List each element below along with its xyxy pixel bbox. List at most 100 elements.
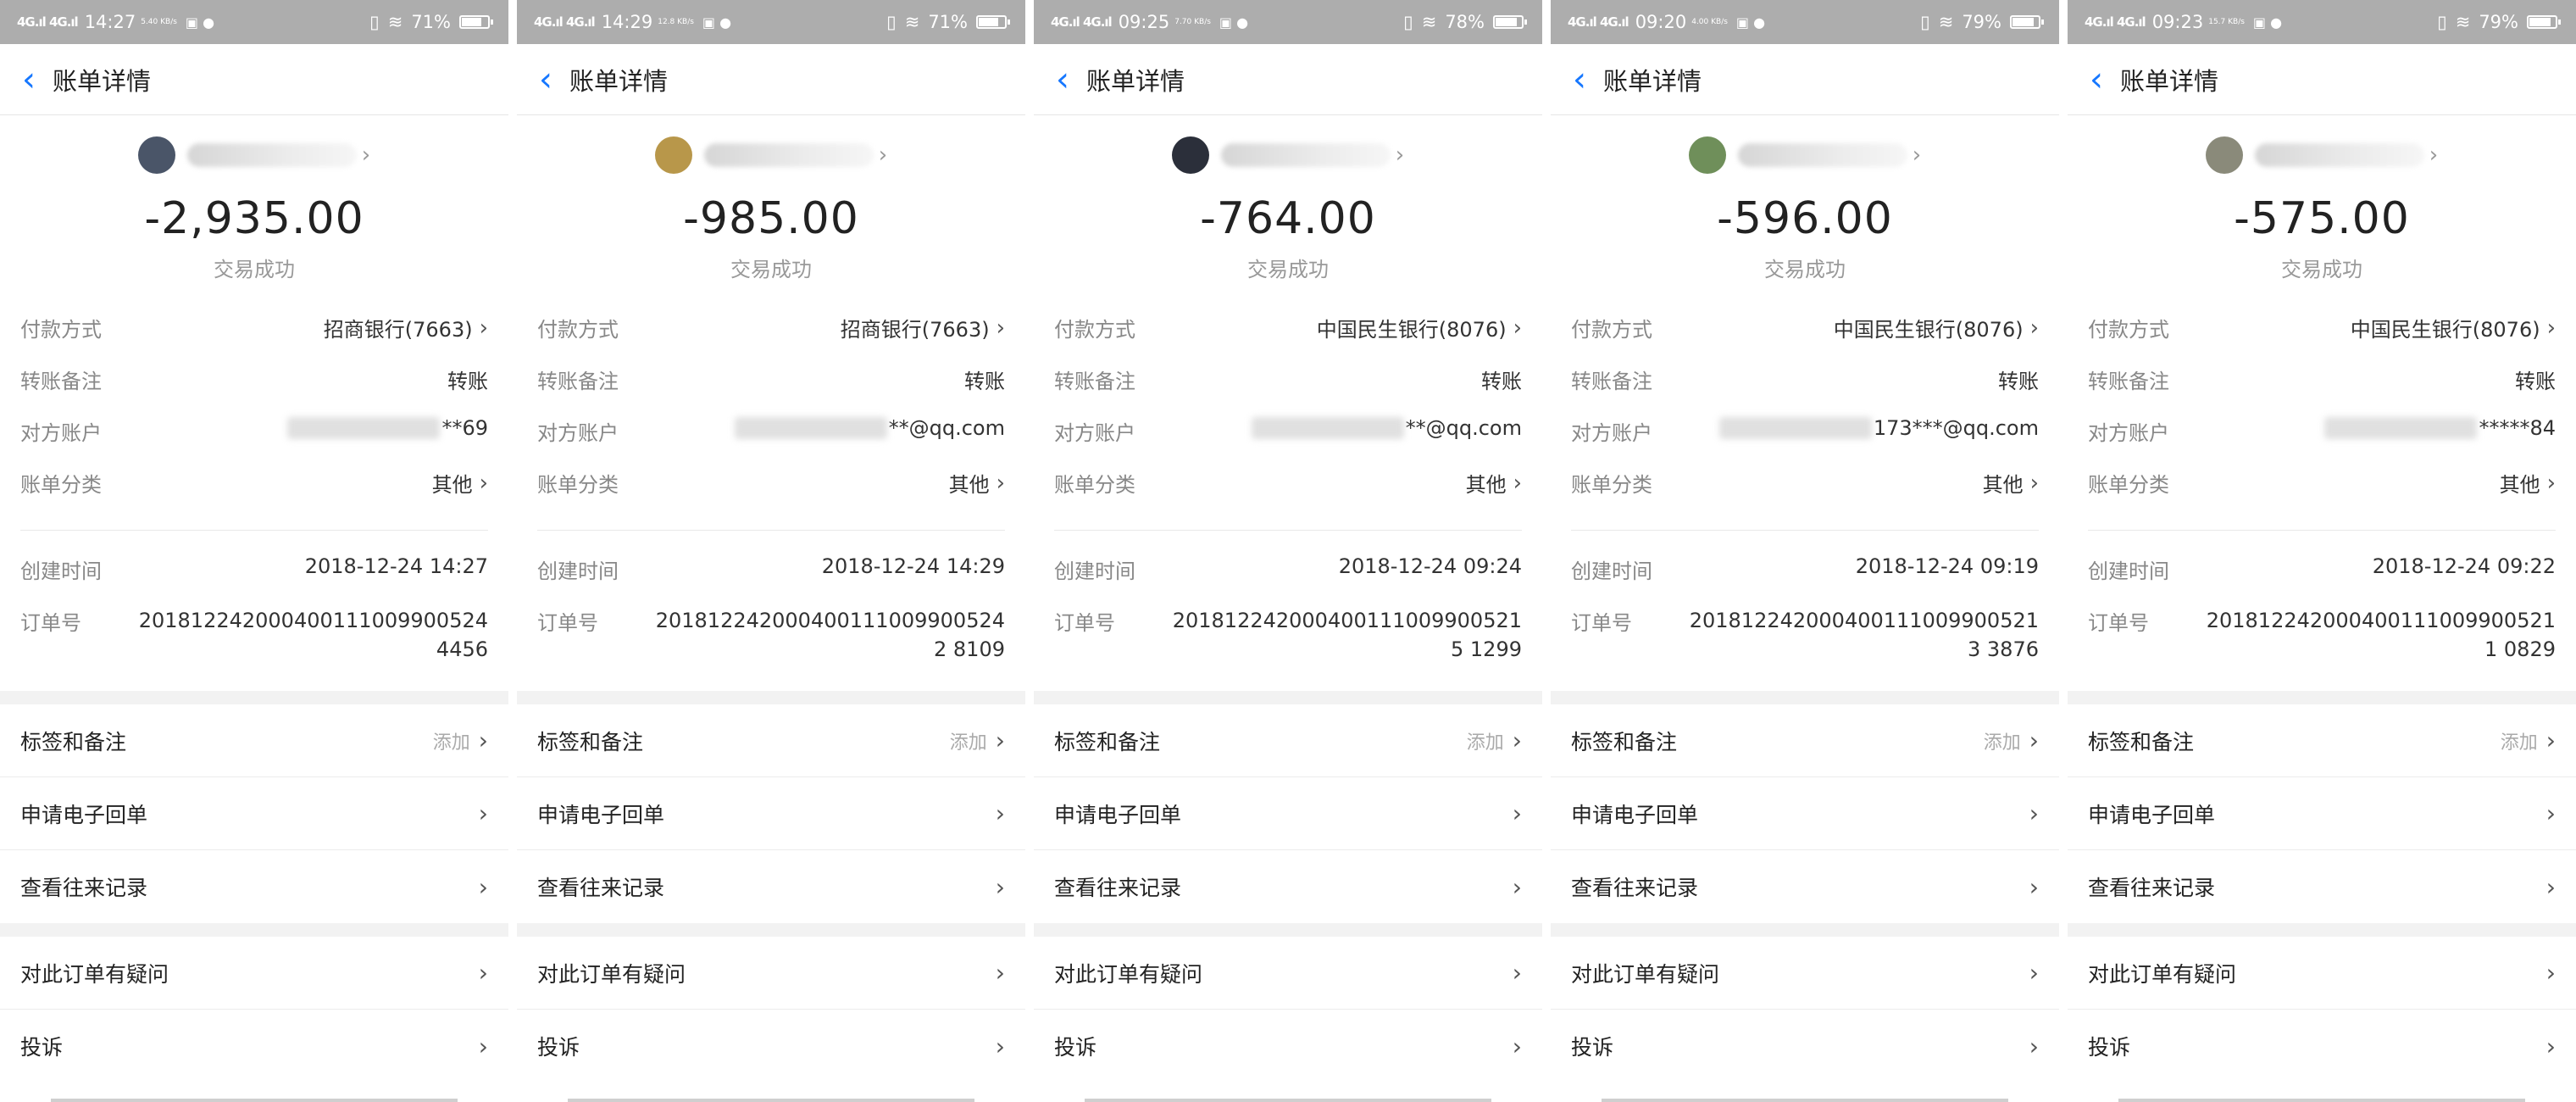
- transfer-note-row: 转账备注 转账: [2088, 365, 2556, 416]
- chevron-left-icon[interactable]: ‹: [1056, 63, 1069, 97]
- request-receipt-item[interactable]: 申请电子回单 ›: [1551, 777, 2059, 850]
- notification-icon: ▣ ●: [185, 14, 215, 31]
- payee-link[interactable]: ›: [0, 136, 508, 175]
- transfer-note-row: 转账备注 转账: [537, 365, 1005, 416]
- chevron-right-icon: ›: [1512, 1032, 1522, 1060]
- request-receipt-label: 申请电子回单: [20, 802, 148, 827]
- payment-method-row[interactable]: 付款方式 招商银行(7663) ›: [20, 313, 488, 365]
- tags-notes-item[interactable]: 标签和备注 添加 ›: [1034, 704, 1542, 777]
- transaction-status: 交易成功: [1764, 258, 1846, 281]
- counterparty-account-row: 对方账户 173***@qq.com: [1571, 416, 2039, 468]
- vibrate-icon: ▯: [369, 12, 380, 32]
- counterparty-account-label: 对方账户: [20, 421, 102, 445]
- bill-category-label: 账单分类: [1571, 473, 1652, 497]
- chevron-left-icon[interactable]: ‹: [539, 63, 552, 97]
- order-question-item[interactable]: 对此订单有疑问 ›: [2068, 937, 2576, 1010]
- bill-category-label: 账单分类: [1054, 473, 1135, 497]
- tags-notes-item[interactable]: 标签和备注 添加 ›: [517, 704, 1025, 777]
- divider: [1571, 530, 2039, 531]
- order-number-value: 2018122420004001110099005213 3876: [1689, 609, 2039, 661]
- order-number-row: 订单号 2018122420004001110099005242 8109: [537, 606, 1005, 691]
- bill-category-row[interactable]: 账单分类 其他 ›: [537, 468, 1005, 520]
- payment-method-value: 中国民生银行(8076): [1316, 318, 1507, 342]
- support-list: 对此订单有疑问 › 投诉 ›: [1034, 937, 1542, 1083]
- view-history-label: 查看往来记录: [20, 876, 148, 900]
- view-history-item[interactable]: 查看往来记录 ›: [1034, 850, 1542, 923]
- battery-icon: [976, 15, 1010, 29]
- bill-category-row[interactable]: 账单分类 其他 ›: [2088, 468, 2556, 520]
- tags-notes-item[interactable]: 标签和备注 添加 ›: [1551, 704, 2059, 777]
- action-list: 标签和备注 添加 › 申请电子回单 › 查看往来记录 ›: [1034, 704, 1542, 923]
- complaint-item[interactable]: 投诉 ›: [2068, 1010, 2576, 1083]
- status-bar: 4G.ıl 4G.ıl 09:20 4.00 KB/s ▣ ● ▯ ≋ 79%: [1551, 0, 2059, 44]
- screenshot-collage: 4G.ıl 4G.ıl 14:27 5.40 KB/s ▣ ● ▯ ≋ 71% …: [0, 0, 2576, 1102]
- action-list: 标签和备注 添加 › 申请电子回单 › 查看往来记录 ›: [517, 704, 1025, 923]
- chevron-right-icon: ›: [2029, 726, 2039, 754]
- tags-notes-item[interactable]: 标签和备注 添加 ›: [2068, 704, 2576, 777]
- order-question-item[interactable]: 对此订单有疑问 ›: [1034, 937, 1542, 1010]
- status-right: ▯ ≋ 71%: [886, 12, 1010, 32]
- complaint-item[interactable]: 投诉 ›: [517, 1010, 1025, 1083]
- complaint-item[interactable]: 投诉 ›: [1034, 1010, 1542, 1083]
- order-question-item[interactable]: 对此订单有疑问 ›: [0, 937, 508, 1010]
- bill-category-row[interactable]: 账单分类 其他 ›: [1571, 468, 2039, 520]
- request-receipt-item[interactable]: 申请电子回单 ›: [1034, 777, 1542, 850]
- counterparty-account-value: **@qq.com: [1405, 416, 1522, 440]
- order-question-item[interactable]: 对此订单有疑问 ›: [1551, 937, 2059, 1010]
- request-receipt-label: 申请电子回单: [537, 802, 665, 827]
- bill-category-row[interactable]: 账单分类 其他 ›: [1054, 468, 1522, 520]
- complaint-label: 投诉: [20, 1035, 64, 1060]
- transfer-note-value: 转账: [1481, 370, 1522, 393]
- request-receipt-item[interactable]: 申请电子回单 ›: [2068, 777, 2576, 850]
- order-number-value: 2018122420004001110099005211 0829: [2206, 609, 2556, 661]
- complaint-item[interactable]: 投诉 ›: [0, 1010, 508, 1083]
- section-gap: [517, 923, 1025, 937]
- payment-method-row[interactable]: 付款方式 中国民生银行(8076) ›: [2088, 313, 2556, 365]
- redacted-block: [734, 417, 887, 439]
- signal-icon: 4G.ıl 4G.ıl: [1568, 14, 1629, 30]
- chevron-left-icon[interactable]: ‹: [22, 63, 36, 97]
- detail-rows: 付款方式 中国民生银行(8076) › 转账备注 转账 对方账户 173***@q…: [1551, 313, 2059, 520]
- chevron-left-icon[interactable]: ‹: [2090, 63, 2103, 97]
- counterparty-account-value: **69: [441, 416, 488, 440]
- bill-category-value: 其他: [1982, 473, 2024, 497]
- complaint-item[interactable]: 投诉 ›: [1551, 1010, 2059, 1083]
- status-time: 09:23: [2151, 12, 2204, 32]
- payment-method-row[interactable]: 付款方式 中国民生银行(8076) ›: [1054, 313, 1522, 365]
- status-bar: 4G.ıl 4G.ıl 09:25 7.70 KB/s ▣ ● ▯ ≋ 78%: [1034, 0, 1542, 44]
- payee-link[interactable]: ›: [2068, 136, 2576, 175]
- battery-percent: 79%: [1962, 12, 2001, 32]
- tags-notes-item[interactable]: 标签和备注 添加 ›: [0, 704, 508, 777]
- counterparty-account-row: 对方账户 *****84: [2088, 416, 2556, 468]
- vibrate-icon: ▯: [1403, 12, 1413, 32]
- status-right: ▯ ≋ 79%: [2437, 12, 2561, 32]
- bill-category-value: 其他: [1465, 473, 1507, 497]
- chevron-right-icon: ›: [996, 314, 1005, 341]
- action-list: 标签和备注 添加 › 申请电子回单 › 查看往来记录 ›: [2068, 704, 2576, 923]
- chevron-left-icon[interactable]: ‹: [1573, 63, 1586, 97]
- bill-category-label: 账单分类: [20, 473, 102, 497]
- chevron-right-icon: ›: [1512, 799, 1522, 827]
- payment-method-row[interactable]: 付款方式 中国民生银行(8076) ›: [1571, 313, 2039, 365]
- view-history-item[interactable]: 查看往来记录 ›: [2068, 850, 2576, 923]
- request-receipt-item[interactable]: 申请电子回单 ›: [517, 777, 1025, 850]
- view-history-item[interactable]: 查看往来记录 ›: [0, 850, 508, 923]
- bill-category-row[interactable]: 账单分类 其他 ›: [20, 468, 488, 520]
- payee-link[interactable]: ›: [517, 136, 1025, 175]
- order-question-item[interactable]: 对此订单有疑问 ›: [517, 937, 1025, 1010]
- redacted-block: [1718, 417, 1872, 439]
- bill-detail-screen: 4G.ıl 4G.ıl 09:23 15.7 KB/s ▣ ● ▯ ≋ 79% …: [2068, 0, 2576, 1102]
- payee-link[interactable]: ›: [1551, 136, 2059, 175]
- payment-method-row[interactable]: 付款方式 招商银行(7663) ›: [537, 313, 1005, 365]
- chevron-right-icon: ›: [1513, 470, 1522, 496]
- add-label: 添加: [432, 732, 470, 754]
- vibrate-icon: ▯: [1920, 12, 1930, 32]
- payee-link[interactable]: ›: [1034, 136, 1542, 175]
- request-receipt-item[interactable]: 申请电子回单 ›: [0, 777, 508, 850]
- bill-category-value: 其他: [948, 473, 990, 497]
- battery-percent: 71%: [928, 12, 968, 32]
- bill-detail-screen: 4G.ıl 4G.ıl 14:27 5.40 KB/s ▣ ● ▯ ≋ 71% …: [0, 0, 508, 1102]
- view-history-item[interactable]: 查看往来记录 ›: [517, 850, 1025, 923]
- view-history-item[interactable]: 查看往来记录 ›: [1551, 850, 2059, 923]
- status-time: 09:20: [1635, 12, 1687, 32]
